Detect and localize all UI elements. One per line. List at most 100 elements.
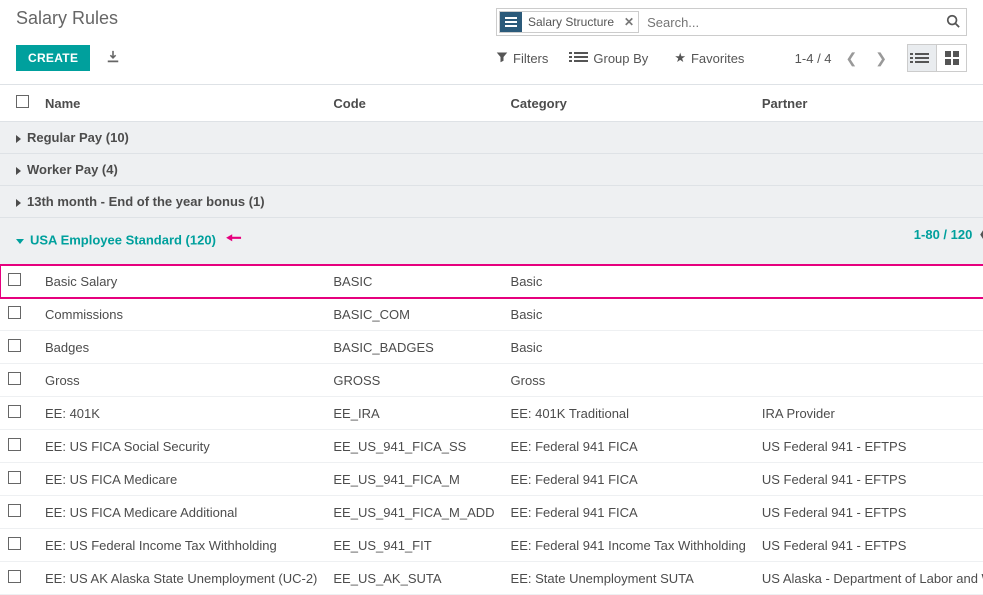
group-pager-text: 1-80 / 120 bbox=[914, 227, 973, 242]
caret-right-icon bbox=[16, 199, 21, 207]
cell-name: EE: US FICA Medicare bbox=[37, 463, 325, 496]
cell-category: Gross bbox=[503, 364, 754, 397]
pager-text: 1-4 / 4 bbox=[795, 51, 832, 66]
group-row[interactable]: 13th month - End of the year bonus (1) bbox=[0, 186, 983, 218]
cell-name: Commissions bbox=[37, 298, 325, 331]
list-icon bbox=[574, 50, 588, 67]
row-checkbox[interactable] bbox=[8, 405, 21, 418]
pager: 1-4 / 4 ❮ ❯ bbox=[795, 50, 891, 67]
cell-name: EE: US FICA Social Security bbox=[37, 430, 325, 463]
cell-category: EE: 401K Traditional bbox=[503, 397, 754, 430]
cell-category: EE: Federal 941 FICA bbox=[503, 463, 754, 496]
cell-partner bbox=[754, 331, 983, 364]
funnel-icon bbox=[496, 51, 508, 66]
row-checkbox[interactable] bbox=[8, 438, 21, 451]
caret-right-icon bbox=[16, 167, 21, 175]
row-checkbox[interactable] bbox=[8, 570, 21, 583]
cell-category: Basic bbox=[503, 331, 754, 364]
cell-code: EE_US_941_FICA_SS bbox=[325, 430, 502, 463]
table-row[interactable]: Basic SalaryBASICBasic bbox=[0, 265, 983, 298]
column-header-code[interactable]: Code bbox=[325, 85, 502, 122]
cell-partner: US Federal 941 - EFTPS bbox=[754, 529, 983, 562]
row-checkbox[interactable] bbox=[8, 372, 21, 385]
cell-code: GROSS bbox=[325, 364, 502, 397]
search-bar[interactable]: Salary Structure ✕ bbox=[496, 8, 967, 36]
search-facet: Salary Structure ✕ bbox=[499, 11, 639, 33]
table-row[interactable]: EE: US Federal Income Tax WithholdingEE_… bbox=[0, 529, 983, 562]
group-row[interactable]: Regular Pay (10) bbox=[0, 122, 983, 154]
table-row[interactable]: EE: 401KEE_IRAEE: 401K TraditionalIRA Pr… bbox=[0, 397, 983, 430]
search-icon[interactable] bbox=[946, 14, 960, 31]
table-row[interactable]: EE: US FICA Social SecurityEE_US_941_FIC… bbox=[0, 430, 983, 463]
table-row[interactable]: BadgesBASIC_BADGESBasic bbox=[0, 331, 983, 364]
cell-partner: US Federal 941 - EFTPS bbox=[754, 430, 983, 463]
table-row[interactable]: GrossGROSSGross bbox=[0, 364, 983, 397]
favorites-label: Favorites bbox=[691, 51, 744, 66]
cell-category: EE: Federal 941 FICA bbox=[503, 496, 754, 529]
column-header-name[interactable]: Name bbox=[37, 85, 325, 122]
table-row[interactable]: CommissionsBASIC_COMBasic bbox=[0, 298, 983, 331]
filters-button[interactable]: Filters bbox=[496, 51, 548, 66]
table-row[interactable]: EE: US FICA MedicareEE_US_941_FICA_MEE: … bbox=[0, 463, 983, 496]
cell-partner bbox=[754, 298, 983, 331]
cell-partner: US Federal 941 - EFTPS bbox=[754, 463, 983, 496]
list-view-button[interactable] bbox=[907, 44, 937, 72]
group-pager-prev-icon[interactable]: ❮ bbox=[976, 226, 983, 242]
facet-remove-icon[interactable]: ✕ bbox=[620, 15, 638, 29]
cell-code: EE_US_941_FIT bbox=[325, 529, 502, 562]
page-title: Salary Rules bbox=[16, 8, 496, 29]
table-row[interactable]: EE: US FICA Medicare AdditionalEE_US_941… bbox=[0, 496, 983, 529]
search-facet-label: Salary Structure bbox=[522, 15, 620, 29]
kanban-view-icon bbox=[945, 51, 959, 65]
cell-name: Basic Salary bbox=[37, 265, 325, 298]
list-view-icon bbox=[915, 51, 929, 65]
cell-category: EE: State Unemployment SUTA bbox=[503, 562, 754, 595]
group-label: 13th month - End of the year bonus (1) bbox=[27, 194, 265, 209]
search-input[interactable] bbox=[639, 15, 946, 30]
pager-next-icon[interactable]: ❯ bbox=[871, 50, 891, 67]
group-row[interactable]: USA Employee Standard (120) 🠔 1-80 / 120❮❯ bbox=[0, 218, 983, 265]
cell-code: EE_US_941_FICA_M_ADD bbox=[325, 496, 502, 529]
cell-code: EE_IRA bbox=[325, 397, 502, 430]
column-header-category[interactable]: Category bbox=[503, 85, 754, 122]
cell-code: BASIC bbox=[325, 265, 502, 298]
group-label: Regular Pay (10) bbox=[27, 130, 129, 145]
cell-code: BASIC_COM bbox=[325, 298, 502, 331]
cell-name: Badges bbox=[37, 331, 325, 364]
groupby-button[interactable]: Group By bbox=[574, 50, 648, 67]
cell-category: EE: Federal 941 FICA bbox=[503, 430, 754, 463]
create-button[interactable]: CREATE bbox=[16, 45, 90, 71]
favorites-button[interactable]: ★ Favorites bbox=[674, 50, 744, 66]
checkbox-icon[interactable] bbox=[16, 95, 29, 108]
cell-name: Gross bbox=[37, 364, 325, 397]
table-row[interactable]: EE: US AK Alaska State Unemployment (UC-… bbox=[0, 562, 983, 595]
star-icon: ★ bbox=[674, 50, 686, 66]
row-checkbox[interactable] bbox=[8, 504, 21, 517]
cell-code: EE_US_941_FICA_M bbox=[325, 463, 502, 496]
annotation-arrow-icon: 🠔 bbox=[226, 228, 242, 248]
cell-name: EE: US FICA Medicare Additional bbox=[37, 496, 325, 529]
cell-partner bbox=[754, 265, 983, 298]
group-pager: 1-80 / 120❮❯ bbox=[914, 226, 983, 242]
row-checkbox[interactable] bbox=[8, 537, 21, 550]
cell-code: BASIC_BADGES bbox=[325, 331, 502, 364]
cell-partner: IRA Provider bbox=[754, 397, 983, 430]
row-checkbox[interactable] bbox=[8, 306, 21, 319]
group-row[interactable]: Worker Pay (4) bbox=[0, 154, 983, 186]
pager-prev-icon[interactable]: ❮ bbox=[842, 50, 862, 67]
cell-partner bbox=[754, 364, 983, 397]
kanban-view-button[interactable] bbox=[937, 44, 967, 72]
group-label: USA Employee Standard (120) bbox=[30, 232, 216, 247]
cell-category: Basic bbox=[503, 298, 754, 331]
caret-right-icon bbox=[16, 135, 21, 143]
cell-category: Basic bbox=[503, 265, 754, 298]
cell-name: EE: US Federal Income Tax Withholding bbox=[37, 529, 325, 562]
cell-category: EE: Federal 941 Income Tax Withholding bbox=[503, 529, 754, 562]
import-icon[interactable] bbox=[106, 50, 120, 67]
select-all-header[interactable] bbox=[0, 85, 37, 122]
row-checkbox[interactable] bbox=[8, 471, 21, 484]
group-label: Worker Pay (4) bbox=[27, 162, 118, 177]
column-header-partner[interactable]: Partner bbox=[754, 85, 983, 122]
row-checkbox[interactable] bbox=[8, 273, 21, 286]
row-checkbox[interactable] bbox=[8, 339, 21, 352]
